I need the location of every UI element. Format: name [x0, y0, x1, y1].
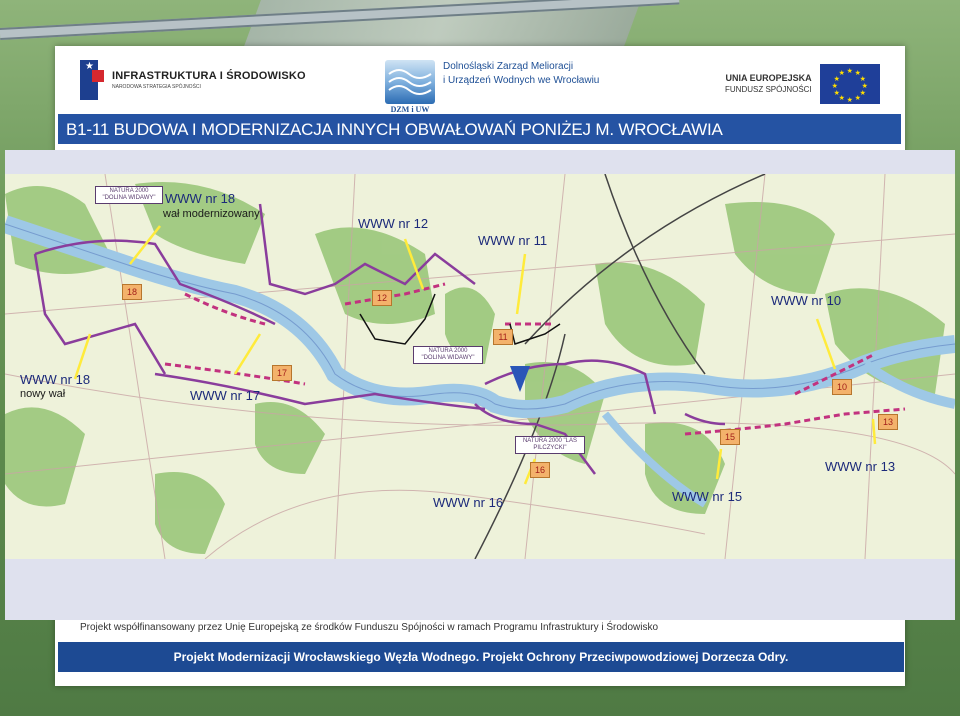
footer-note: Projekt współfinansowany przez Unię Euro…: [80, 622, 659, 633]
label-www18-new-sub: nowy wał: [20, 388, 66, 400]
marker-12: 12: [372, 290, 392, 306]
marker-17: 17: [272, 365, 292, 381]
eu-logo-line2: FUNDUSZ SPÓJNOŚCI: [725, 85, 812, 94]
label-www18-modernized-sub: wał modernizowany: [163, 208, 260, 220]
eu-logo: UNIA EUROPEJSKA FUNDUSZ SPÓJNOŚCI ★ ★ ★ …: [725, 64, 880, 104]
marker-13: 13: [878, 414, 898, 430]
label-www12: WWW nr 12: [358, 216, 429, 231]
slide-title: B1-11 BUDOWA I MODERNIZACJA INNYCH OBWAŁ…: [66, 120, 723, 139]
label-www13: WWW nr 13: [825, 459, 896, 474]
label-www11: WWW nr 11: [478, 233, 548, 248]
label-www18-new: WWW nr 18: [20, 372, 91, 387]
marker-18: 18: [122, 284, 142, 300]
natura-box-dolina-widawy-2: NATURA 2000 "DOLINA WIDAWY": [413, 346, 483, 364]
infrastruktura-logo-subtitle: NARODOWA STRATEGIA SPÓJNOŚCI: [112, 84, 201, 90]
dzmiuw-logo-icon: DZM i UW: [385, 60, 435, 114]
label-www16: WWW nr 16: [433, 495, 504, 510]
infrastruktura-logo-title: INFRASTRUKTURA I ŚRODOWISKO: [112, 70, 306, 82]
marker-15: 15: [720, 429, 740, 445]
dzmiuw-logo-line1: Dolnośląski Zarząd Melioracji: [443, 61, 574, 72]
marker-10: 10: [832, 379, 852, 395]
marker-11: 11: [493, 329, 513, 345]
natura-box-las-pilczycki: NATURA 2000 "LAS PILCZYCKI": [515, 436, 585, 454]
label-www10: WWW nr 10: [771, 293, 842, 308]
dzmiuw-logo: DZM i UW Dolnośląski Zarząd Melioracji i…: [385, 60, 600, 114]
infrastruktura-logo: ★ INFRASTRUKTURA I ŚRODOWISKO NARODOWA S…: [80, 60, 306, 100]
eu-logo-line1: UNIA EUROPEJSKA: [725, 73, 812, 83]
infrastruktura-logo-icon: ★: [80, 60, 106, 100]
eu-flag-icon: ★ ★ ★ ★ ★ ★ ★ ★ ★ ★ ★ ★: [819, 64, 880, 104]
label-www18-modernized: WWW nr 18: [165, 191, 236, 206]
dzmiuw-logo-line2: i Urządzeń Wodnych we Wrocławiu: [443, 75, 600, 86]
marker-16: 16: [530, 462, 550, 478]
label-www15: WWW nr 15: [672, 489, 743, 504]
footer-banner: Projekt Modernizacji Wrocławskiego Węzła…: [173, 650, 789, 664]
natura-box-dolina-widawy-1: NATURA 2000 "DOLINA WIDAWY": [95, 186, 163, 204]
dzmiuw-logo-caption: DZM i UW: [390, 105, 430, 114]
label-www17: WWW nr 17: [190, 388, 261, 403]
